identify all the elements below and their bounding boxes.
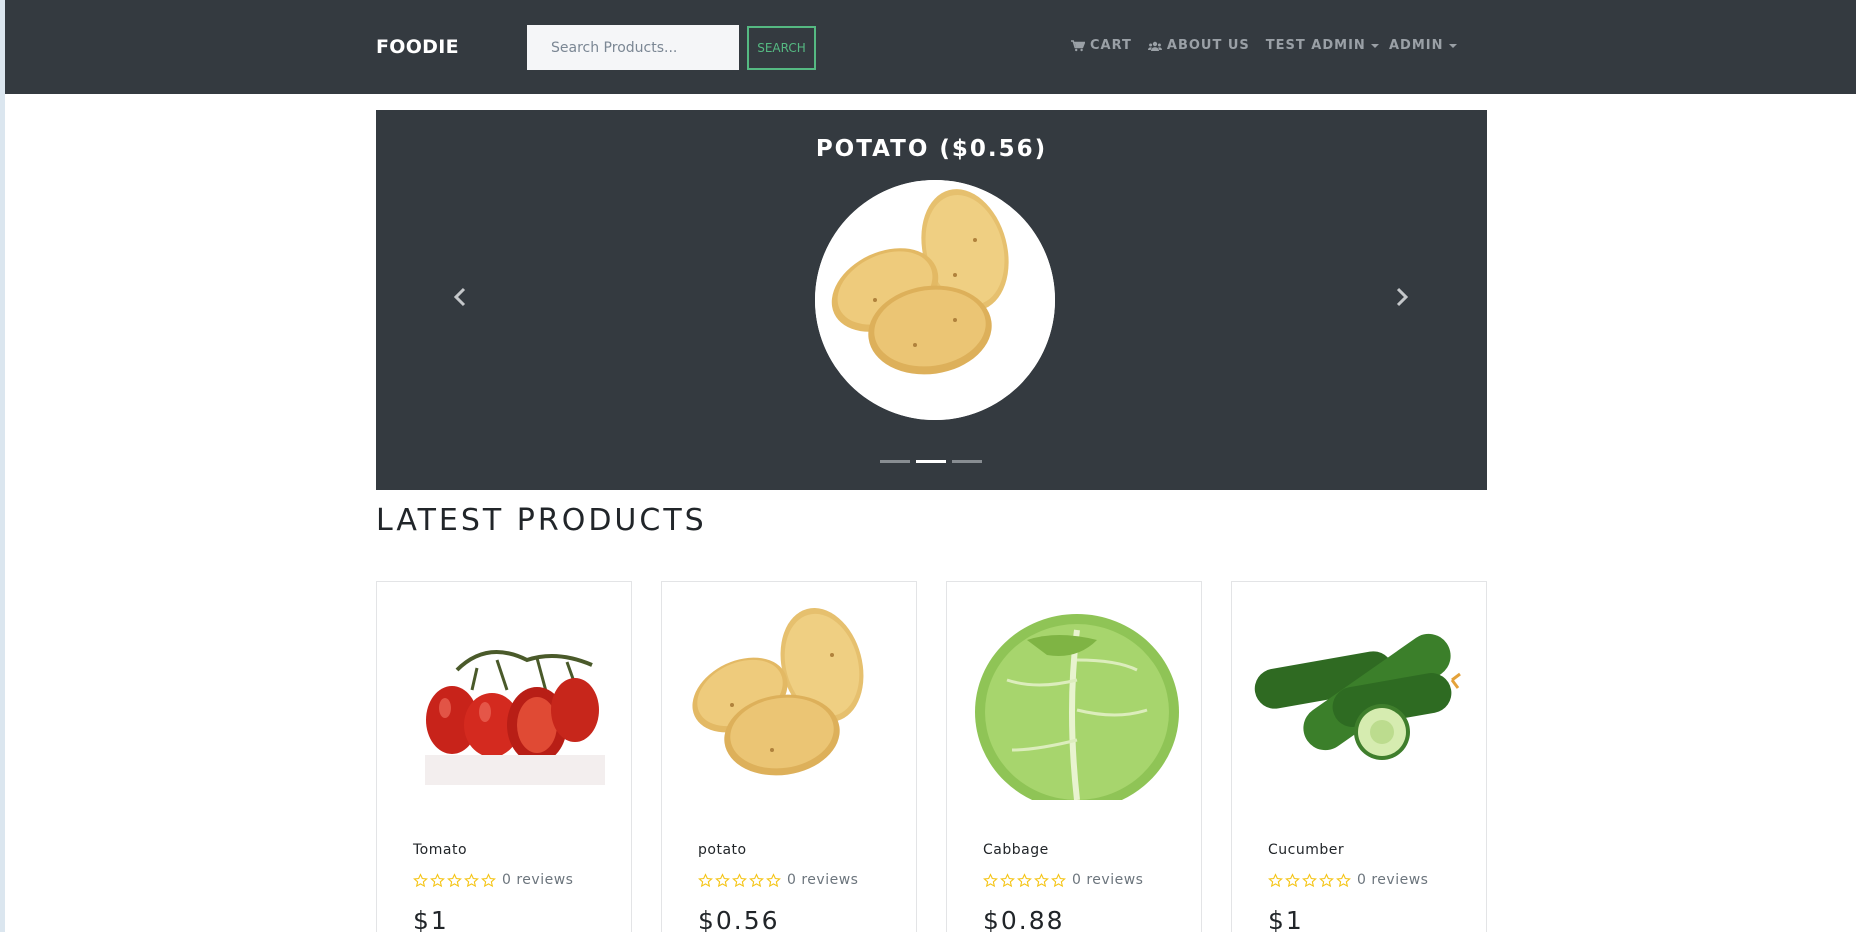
- nav-admin-dropdown[interactable]: ADMIN: [1389, 38, 1457, 53]
- nav-about-link[interactable]: ABOUT US: [1147, 38, 1250, 53]
- chevron-left-icon: [453, 287, 466, 307]
- product-image[interactable]: [397, 600, 613, 800]
- product-reviews: 0 reviews: [1072, 872, 1144, 888]
- star-outline-icon: [1268, 872, 1283, 887]
- product-name[interactable]: Cucumber: [1268, 842, 1344, 858]
- star-rating: [413, 872, 498, 888]
- carousel-next-button[interactable]: [1390, 285, 1414, 309]
- star-outline-icon: [1336, 872, 1351, 887]
- star-rating: [698, 872, 783, 888]
- page: FOODIE Search Products... SEARCH CART AB…: [5, 0, 1856, 932]
- carousel-prev-button[interactable]: [448, 285, 472, 309]
- nav-about-label: ABOUT US: [1166, 38, 1250, 53]
- product-card[interactable]: Tomato 0 reviews $1: [376, 581, 632, 932]
- product-price: $1: [1268, 906, 1304, 932]
- product-rating: 0 reviews: [413, 872, 573, 888]
- star-outline-icon: [749, 872, 764, 887]
- product-rating: 0 reviews: [983, 872, 1143, 888]
- nav-user-dropdown[interactable]: TEST ADMIN: [1266, 38, 1379, 53]
- star-outline-icon: [1000, 872, 1015, 887]
- product-price: $0.88: [983, 906, 1065, 932]
- product-reviews: 0 reviews: [1357, 872, 1429, 888]
- nav-cart-label: CART: [1090, 38, 1132, 53]
- product-card[interactable]: Cabbage 0 reviews $0.88: [946, 581, 1202, 932]
- star-outline-icon: [1319, 872, 1334, 887]
- star-outline-icon: [430, 872, 445, 887]
- star-outline-icon: [766, 872, 781, 887]
- star-outline-icon: [983, 872, 998, 887]
- star-rating: [1268, 872, 1353, 888]
- users-icon: [1147, 41, 1162, 51]
- nav-cart-link[interactable]: CART: [1071, 38, 1132, 53]
- product-card[interactable]: Cucumber 0 reviews $1: [1231, 581, 1487, 932]
- product-image[interactable]: [967, 600, 1183, 810]
- carousel-slide-title[interactable]: POTATO ($0.56): [376, 136, 1487, 162]
- star-outline-icon: [1034, 872, 1049, 887]
- product-name[interactable]: Cabbage: [983, 842, 1049, 858]
- product-rating: 0 reviews: [698, 872, 858, 888]
- caret-down-icon: [1448, 43, 1457, 48]
- product-image[interactable]: [1252, 600, 1468, 800]
- cart-icon: [1071, 39, 1085, 52]
- section-title: LATEST PRODUCTS: [376, 503, 707, 538]
- brand-logo[interactable]: FOODIE: [376, 36, 459, 58]
- product-price: $1: [413, 906, 449, 932]
- star-outline-icon: [481, 872, 496, 887]
- carousel-indicator[interactable]: [952, 460, 982, 463]
- star-outline-icon: [413, 872, 428, 887]
- star-outline-icon: [1017, 872, 1032, 887]
- nav-user-label: TEST ADMIN: [1265, 38, 1366, 53]
- star-outline-icon: [1051, 872, 1066, 887]
- carousel-indicators: [880, 460, 988, 463]
- star-outline-icon: [698, 872, 713, 887]
- star-outline-icon: [732, 872, 747, 887]
- caret-down-icon: [1370, 43, 1379, 48]
- star-outline-icon: [1285, 872, 1300, 887]
- product-carousel: POTATO ($0.56): [376, 110, 1487, 490]
- product-price: $0.56: [698, 906, 780, 932]
- navbar: FOODIE Search Products... SEARCH CART AB…: [5, 0, 1856, 94]
- product-image[interactable]: [682, 600, 898, 800]
- star-outline-icon: [464, 872, 479, 887]
- product-reviews: 0 reviews: [787, 872, 859, 888]
- product-reviews: 0 reviews: [502, 872, 574, 888]
- product-name[interactable]: potato: [698, 842, 747, 858]
- chevron-right-icon: [1396, 287, 1409, 307]
- carousel-indicator[interactable]: [880, 460, 910, 463]
- product-card[interactable]: potato 0 reviews $0.56: [661, 581, 917, 932]
- carousel-slide-image[interactable]: [815, 180, 1055, 420]
- nav-admin-label: ADMIN: [1389, 38, 1444, 53]
- product-rating: 0 reviews: [1268, 872, 1428, 888]
- star-outline-icon: [1302, 872, 1317, 887]
- star-rating: [983, 872, 1068, 888]
- product-name[interactable]: Tomato: [413, 842, 467, 858]
- search-button[interactable]: SEARCH: [747, 26, 816, 70]
- search-input[interactable]: Search Products...: [527, 25, 739, 70]
- star-outline-icon: [715, 872, 730, 887]
- nav-links: CART ABOUT US TEST ADMIN: [1071, 38, 1395, 53]
- carousel-indicator-active[interactable]: [916, 460, 946, 463]
- star-outline-icon: [447, 872, 462, 887]
